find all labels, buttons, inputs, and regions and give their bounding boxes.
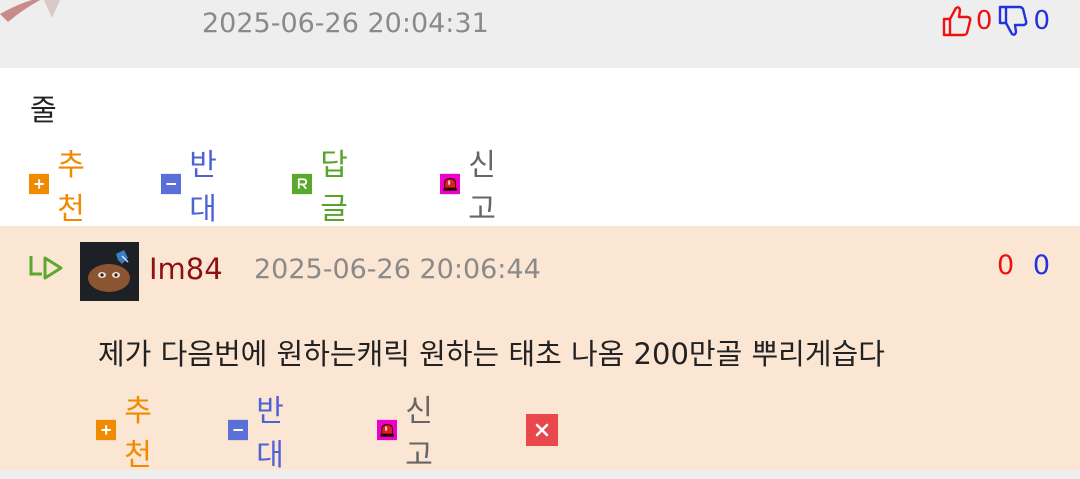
comment-header: 2025-06-26 20:04:31 0 0 xyxy=(0,0,1080,68)
avatar-fragment xyxy=(0,0,70,36)
oppose-label: 반대 xyxy=(256,394,284,473)
downvote-count: 0 xyxy=(1033,6,1050,36)
reply-comment: Im84 2025-06-26 20:06:44 0 0 제가 다음번에 원하는… xyxy=(0,226,1080,473)
minus-icon xyxy=(161,173,182,195)
plus-icon xyxy=(96,419,117,441)
oppose-label: 반대 xyxy=(189,148,217,227)
comment-body: 줄 추천 반대 답글 신고 xyxy=(0,68,1080,227)
reply-r-icon xyxy=(292,173,313,195)
report-label: 신고 xyxy=(468,148,496,227)
author-name[interactable]: Im84 xyxy=(149,250,223,288)
thumbs-down-icon[interactable] xyxy=(998,5,1028,37)
comment-votes: 0 0 xyxy=(942,4,1050,38)
siren-icon xyxy=(440,173,461,195)
avatar[interactable] xyxy=(80,242,139,301)
recommend-button[interactable]: 추천 xyxy=(96,394,162,473)
thumbs-up-icon[interactable] xyxy=(942,5,972,37)
reply-text: 제가 다음번에 원하는캐릭 원하는 태초 나옴 200만골 뿌리게습다 xyxy=(98,337,885,371)
reply-button[interactable]: 답글 xyxy=(292,148,358,227)
reply-arrow-icon xyxy=(29,256,63,280)
downvote-count: 0 xyxy=(1032,250,1050,281)
comment-text: 줄 xyxy=(30,93,57,127)
upvote-count: 0 xyxy=(997,250,1015,281)
recommend-button[interactable]: 추천 xyxy=(29,148,95,227)
oppose-button[interactable]: 반대 xyxy=(161,148,227,227)
reply-label: 답글 xyxy=(320,148,348,227)
minus-icon xyxy=(228,419,249,441)
recommend-label: 추천 xyxy=(57,148,85,227)
report-button[interactable]: 신고 xyxy=(377,394,443,473)
divider xyxy=(0,470,1080,479)
upvote-count: 0 xyxy=(975,6,993,36)
report-button[interactable]: 신고 xyxy=(440,148,506,227)
reply-votes: 0 0 xyxy=(997,248,1050,284)
delete-button[interactable] xyxy=(526,410,566,450)
report-label: 신고 xyxy=(405,394,433,473)
oppose-button[interactable]: 반대 xyxy=(228,394,294,473)
recommend-label: 추천 xyxy=(124,394,152,473)
reply-date: 2025-06-26 20:06:44 xyxy=(254,254,541,285)
siren-icon xyxy=(377,419,398,441)
delete-x-icon xyxy=(526,414,558,446)
plus-icon xyxy=(29,173,50,195)
comment-date: 2025-06-26 20:04:31 xyxy=(202,8,489,39)
